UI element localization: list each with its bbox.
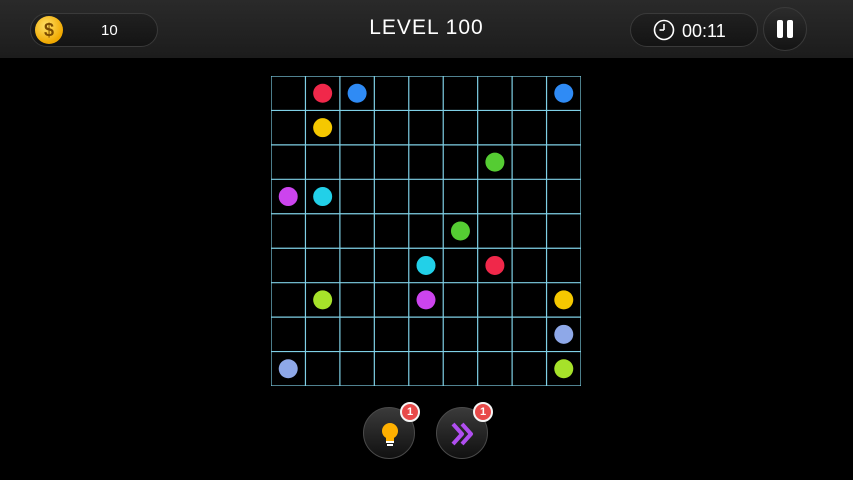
pause-icon [777, 20, 783, 38]
dot-green[interactable] [450, 221, 470, 241]
hint-count-badge: 1 [400, 402, 420, 422]
skip-count-badge: 1 [473, 402, 493, 422]
dot-purple[interactable] [278, 187, 298, 207]
lightbulb-icon [382, 423, 398, 446]
dot-yellow[interactable] [313, 118, 333, 138]
hint-button[interactable]: 1 [363, 402, 420, 459]
dot-periwinkle[interactable] [278, 359, 298, 379]
double-chevron-right-icon [451, 422, 473, 446]
top-bar: $ 10 LEVEL 100 00:11 [0, 0, 853, 58]
dot-yellow[interactable] [554, 290, 574, 310]
dot-blue[interactable] [347, 83, 367, 103]
dot-blue[interactable] [554, 83, 574, 103]
dot-purple[interactable] [416, 290, 436, 310]
timer-text: 00:11 [682, 21, 726, 41]
timer: 00:11 [630, 13, 758, 47]
dot-green[interactable] [485, 152, 505, 172]
dot-periwinkle[interactable] [554, 324, 574, 344]
pause-icon-bar [787, 20, 793, 38]
dot-lime[interactable] [554, 359, 574, 379]
dot-cyan[interactable] [416, 255, 436, 275]
dot-lime[interactable] [313, 290, 333, 310]
skip-button[interactable]: 1 [436, 402, 493, 459]
dot-red[interactable] [485, 255, 505, 275]
clock-icon [653, 19, 675, 41]
dot-cyan[interactable] [313, 187, 333, 207]
game-board[interactable] [271, 76, 581, 386]
dot-red[interactable] [313, 83, 333, 103]
pause-button[interactable] [763, 7, 807, 51]
